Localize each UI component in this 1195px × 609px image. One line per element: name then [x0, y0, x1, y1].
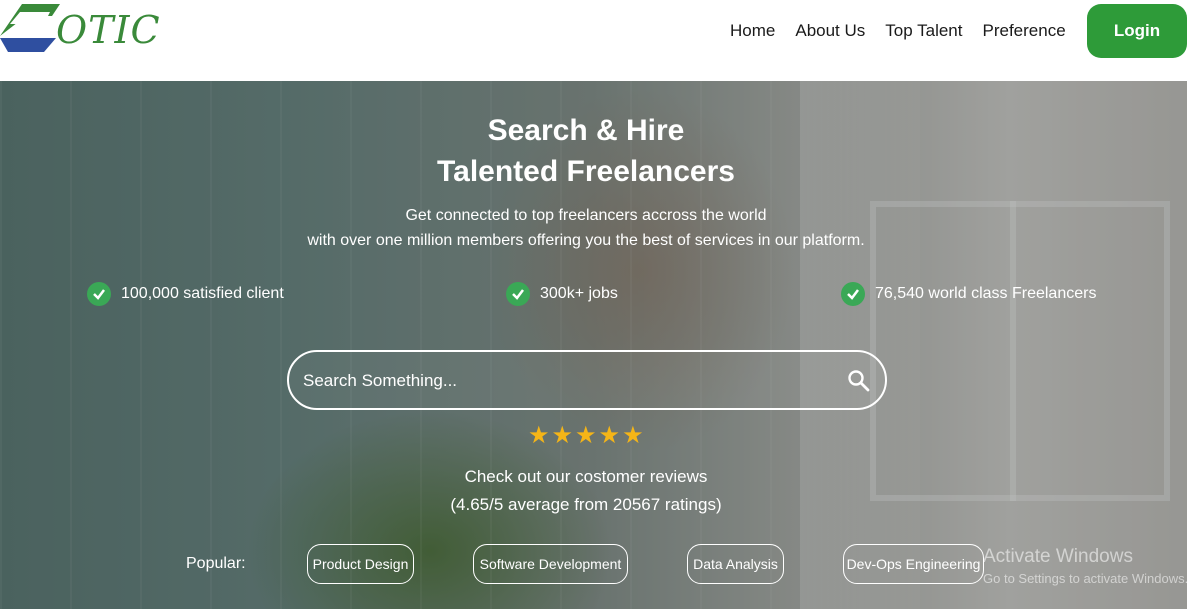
- main-nav: Home About Us Top Talent Preference: [720, 20, 1076, 42]
- hero-title-line1: Search & Hire: [487, 114, 685, 147]
- stat-label: 76,540 world class Freelancers: [875, 285, 1097, 302]
- hero-title: Search & Hire Talented Freelancers: [0, 110, 1172, 192]
- watermark-title: Activate Windows: [983, 546, 1133, 567]
- otic-logo[interactable]: OTIC: [0, 2, 160, 58]
- check-circle-icon: [506, 282, 530, 306]
- stat-label: 100,000 satisfied client: [121, 285, 284, 302]
- check-circle-icon: [87, 282, 111, 306]
- logo-mark-icon: [0, 4, 60, 52]
- popular-label: Popular:: [186, 555, 246, 572]
- nav-home[interactable]: Home: [720, 20, 785, 42]
- nav-about-us[interactable]: About Us: [785, 20, 875, 42]
- stat-freelancers: 76,540 world class Freelancers: [841, 282, 1096, 306]
- star-icon: ★: [551, 422, 574, 449]
- stat-jobs: 300k+ jobs: [506, 282, 618, 306]
- hero-subtitle-line1: Get connected to top freelancers accross…: [405, 207, 767, 224]
- nav-top-talent[interactable]: Top Talent: [875, 20, 972, 42]
- star-icon: ★: [528, 422, 550, 449]
- watermark-subtitle: Go to Settings to activate Windows.: [983, 571, 1187, 586]
- rating-stars: ★ ★ ★ ★ ★: [528, 424, 644, 448]
- popular-chip-devops-engineering[interactable]: Dev-Ops Engineering: [843, 544, 984, 584]
- activate-windows-watermark: Activate Windows Go to Settings to activ…: [983, 546, 1187, 586]
- reviews-average: (4.65/5 average from 20567 ratings): [450, 495, 722, 514]
- search-bar: [287, 350, 887, 410]
- popular-chip-software-development[interactable]: Software Development: [473, 544, 628, 584]
- popular-chip-product-design[interactable]: Product Design: [307, 544, 414, 584]
- hero-subtitle-line2: with over one million members offering y…: [307, 232, 865, 249]
- check-circle-icon: [841, 282, 865, 306]
- reviews-link[interactable]: Check out our costomer reviews: [0, 467, 1172, 487]
- star-icon: ★: [598, 422, 621, 449]
- logo-text: OTIC: [56, 8, 161, 52]
- star-icon: ★: [575, 422, 597, 449]
- login-button[interactable]: Login: [1087, 4, 1187, 58]
- hero-title-line2: Talented Freelancers: [437, 155, 735, 188]
- popular-chip-data-analysis[interactable]: Data Analysis: [687, 544, 784, 584]
- search-icon[interactable]: [847, 369, 871, 393]
- stat-satisfied-clients: 100,000 satisfied client: [87, 282, 284, 306]
- nav-preference[interactable]: Preference: [973, 20, 1076, 42]
- hero-section: Search & Hire Talented Freelancers Get c…: [0, 81, 1187, 609]
- stat-label: 300k+ jobs: [540, 285, 618, 302]
- site-header: OTIC Home About Us Top Talent Preference…: [0, 0, 1195, 81]
- star-icon: ★: [622, 422, 644, 449]
- search-input[interactable]: [301, 366, 825, 396]
- hero-subtitle: Get connected to top freelancers accross…: [0, 203, 1172, 253]
